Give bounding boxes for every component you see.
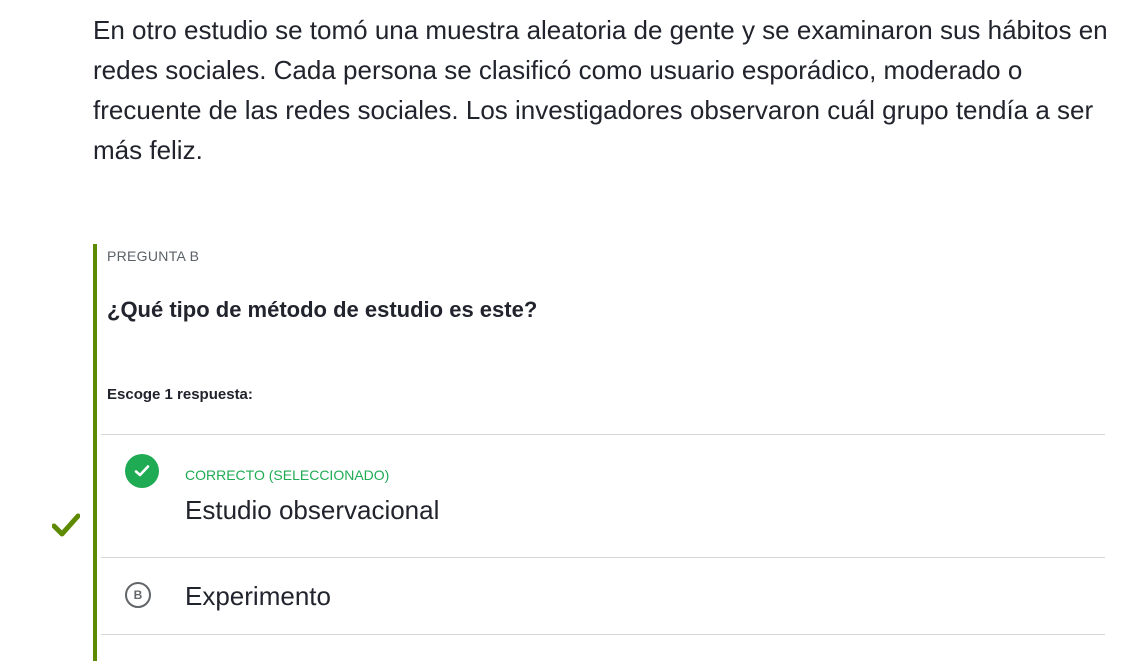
question-label: PREGUNTA B <box>107 248 200 264</box>
choice-status: CORRECTO (SELECCIONADO) <box>185 467 390 483</box>
choice-option-a[interactable]: CORRECTO (SELECCIONADO) Estudio observac… <box>101 434 1105 558</box>
choice-label: Experimento <box>185 581 331 611</box>
choose-instruction: Escoge 1 respuesta: <box>107 386 253 403</box>
correct-check-icon <box>52 513 80 537</box>
choice-option-b[interactable]: B Experimento <box>101 557 1105 635</box>
choice-label: Estudio observacional <box>185 495 440 525</box>
exercise-page: En otro estudio se tomó una muestra alea… <box>0 0 1141 661</box>
question-block: PREGUNTA B ¿Qué tipo de método de estudi… <box>93 244 1105 661</box>
question-title: ¿Qué tipo de método de estudio es este? <box>107 297 538 322</box>
choice-letter-b: B <box>125 582 151 608</box>
passage-text: En otro estudio se tomó una muestra alea… <box>93 15 1108 165</box>
check-circle-icon <box>125 454 159 488</box>
